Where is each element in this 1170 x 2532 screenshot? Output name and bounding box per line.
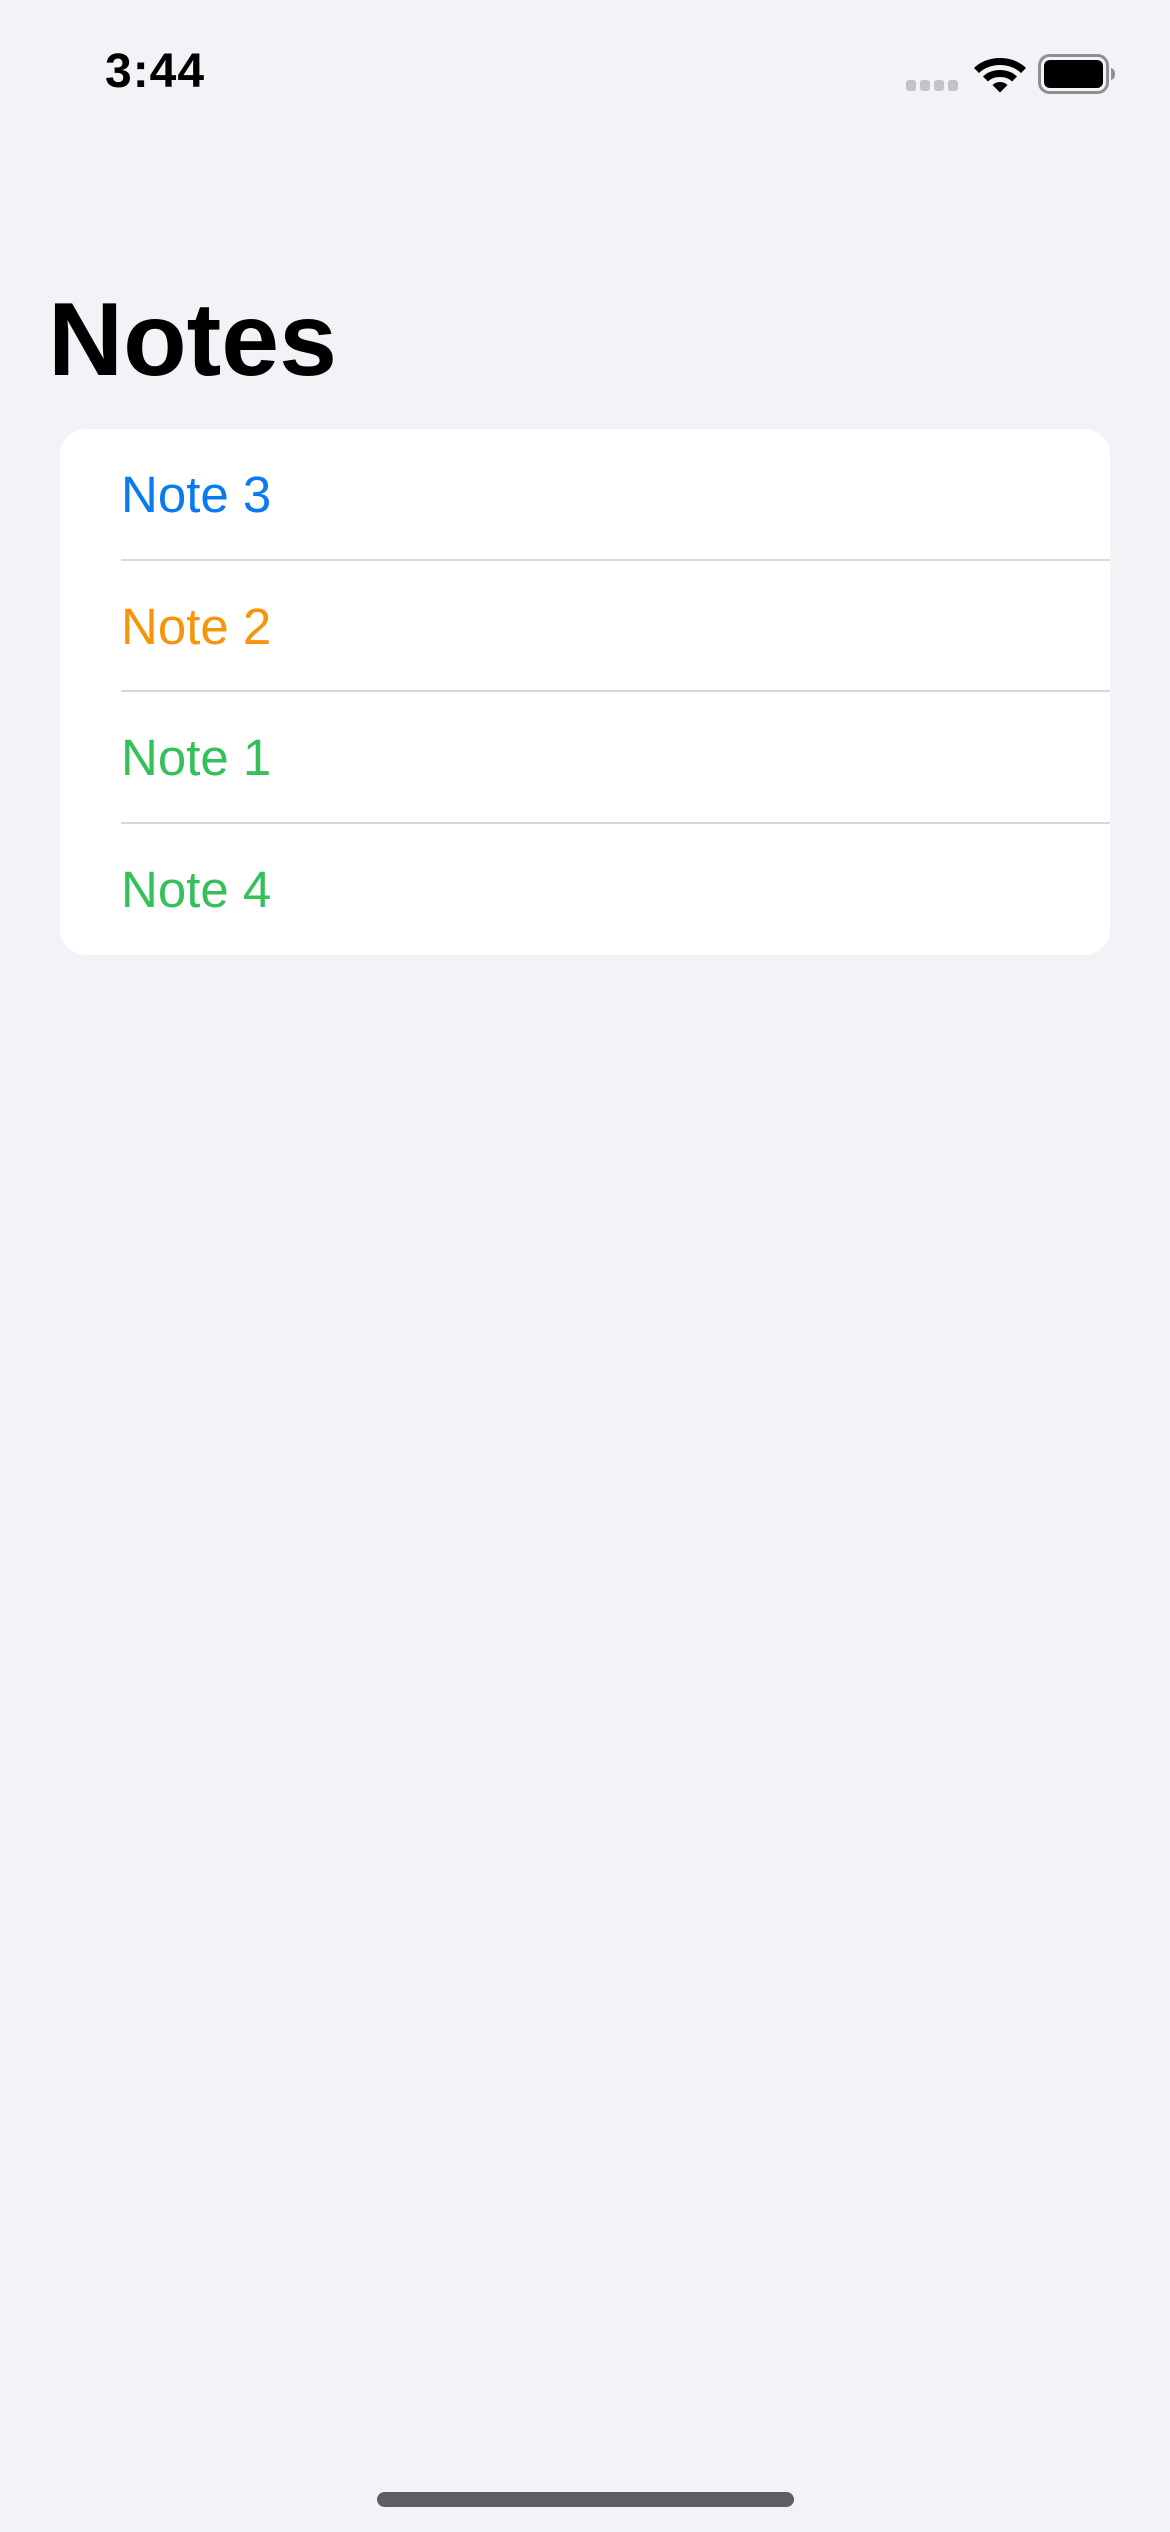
wifi-icon	[974, 58, 1026, 93]
notes-list: Note 3 Note 2 Note 1 Note 4	[60, 429, 1110, 955]
list-item[interactable]: Note 4	[60, 824, 1110, 956]
note-title: Note 2	[121, 597, 272, 655]
note-title: Note 1	[121, 729, 272, 786]
home-indicator[interactable]	[377, 2492, 794, 2507]
page-title: Notes	[48, 282, 337, 398]
note-title: Note 3	[121, 466, 272, 523]
cellular-signal-icon	[906, 80, 958, 92]
note-title: Note 4	[121, 860, 272, 918]
battery-icon	[1038, 54, 1115, 94]
status-time: 3:44	[105, 45, 206, 98]
list-item[interactable]: Note 2	[60, 561, 1110, 692]
list-item[interactable]: Note 1	[60, 692, 1110, 824]
list-item[interactable]: Note 3	[60, 429, 1110, 561]
status-bar: 3:44	[0, 0, 1170, 150]
